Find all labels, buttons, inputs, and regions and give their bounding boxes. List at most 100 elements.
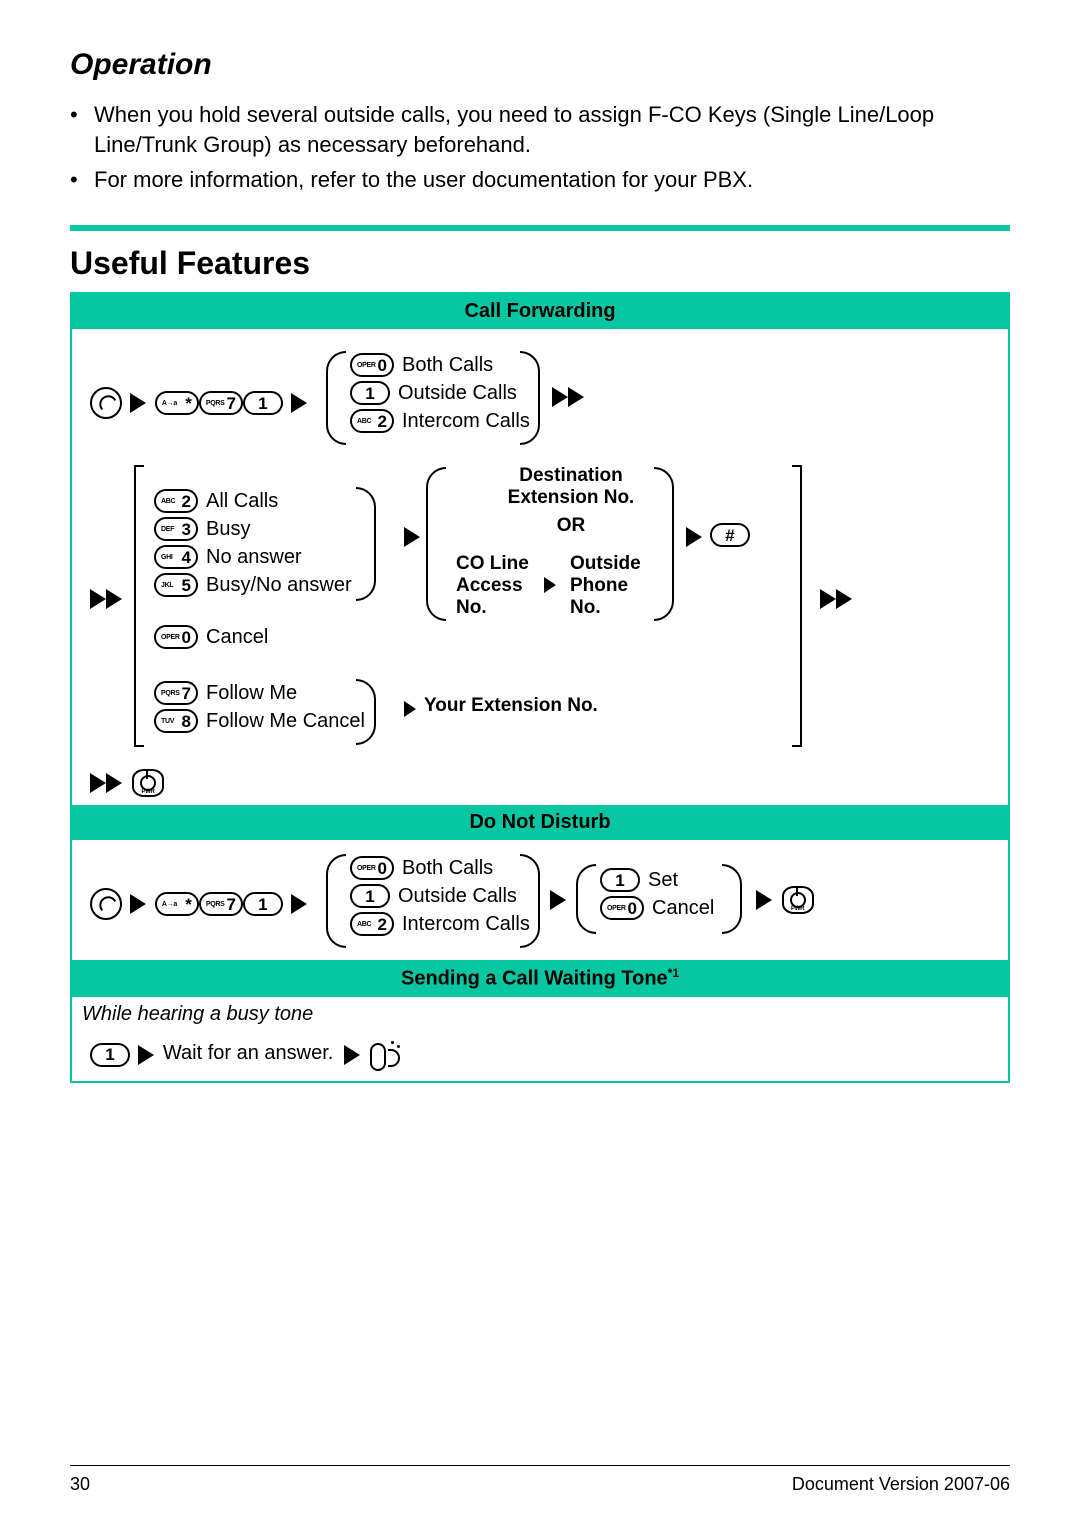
opt-follow-me: Follow Me: [206, 682, 297, 705]
doc-version: Document Version 2007-06: [792, 1474, 1010, 1495]
opt-outside-calls: Outside Calls: [398, 885, 517, 908]
section-divider: [70, 225, 1010, 231]
key-7: PQRS7: [154, 681, 198, 705]
arrow-icon: [836, 589, 852, 609]
outside-2: Phone: [570, 575, 641, 597]
brace-close-icon: [356, 679, 376, 745]
banner-call-waiting: Sending a Call Waiting Tone*1: [72, 960, 1008, 997]
arrow-icon: [550, 890, 566, 910]
arrow-icon: [552, 387, 568, 407]
arrow-icon: [344, 1045, 360, 1065]
opt-cancel: Cancel: [206, 626, 268, 649]
co-line-1: CO Line: [456, 553, 529, 575]
brace-open-icon: [326, 351, 346, 445]
bracket-close-icon: [792, 465, 802, 747]
outside-1: Outside: [570, 553, 641, 575]
arrow-icon: [568, 387, 584, 407]
brace-close-icon: [520, 854, 540, 948]
opt-cancel: Cancel: [652, 897, 714, 920]
opt-both-calls: Both Calls: [402, 857, 493, 880]
power-icon: PWR: [782, 886, 814, 914]
opt-all-calls: All Calls: [206, 490, 278, 513]
arrow-icon: [404, 527, 420, 547]
key-2: ABC2: [350, 409, 394, 433]
arrow-icon: [291, 393, 307, 413]
arrow-icon: [106, 773, 122, 793]
handset-icon: [90, 387, 122, 419]
key-5: JKL5: [154, 573, 198, 597]
key-star: A→a*: [155, 391, 199, 415]
cw-intro: While hearing a busy tone: [82, 1003, 313, 1026]
opt-both-calls: Both Calls: [402, 354, 493, 377]
key-0: OPER0: [350, 353, 394, 377]
key-1: 1: [350, 884, 390, 908]
opt-busy: Busy: [206, 518, 250, 541]
arrow-icon: [90, 773, 106, 793]
brace-close-icon: [356, 487, 376, 601]
key-1: 1: [600, 868, 640, 892]
key-0: OPER0: [154, 625, 198, 649]
arrow-icon: [756, 890, 772, 910]
page-title: Operation: [70, 48, 1010, 82]
key-1: 1: [243, 391, 283, 415]
page-footer: 30 Document Version 2007-06: [70, 1465, 1010, 1495]
key-7: PQRS7: [199, 391, 243, 415]
power-icon: PWR: [132, 769, 164, 797]
bracket-open-icon: [134, 465, 144, 747]
key-1: 1: [350, 381, 390, 405]
arrow-icon: [130, 393, 146, 413]
co-line-2: Access: [456, 575, 529, 597]
opt-set: Set: [648, 869, 678, 892]
arrow-icon: [291, 894, 307, 914]
key-2: ABC2: [154, 489, 198, 513]
arrow-icon: [130, 894, 146, 914]
key-3: DEF3: [154, 517, 198, 541]
banner-do-not-disturb: Do Not Disturb: [72, 805, 1008, 840]
dest-or: OR: [466, 515, 676, 537]
arrow-icon: [820, 589, 836, 609]
key-8: TUV8: [154, 709, 198, 733]
arrow-icon: [138, 1045, 154, 1065]
features-frame: Call Forwarding A→a*PQRS71 OPER0Both Cal…: [70, 292, 1010, 1083]
key-0: OPER0: [350, 856, 394, 880]
your-extension-no: Your Extension No.: [424, 695, 598, 717]
key-star: A→a*: [155, 892, 199, 916]
opt-intercom-calls: Intercom Calls: [402, 410, 530, 433]
brace-open-icon: [426, 467, 446, 621]
cw-wait: Wait for an answer.: [163, 1042, 333, 1064]
arrow-icon: [544, 577, 556, 593]
opt-intercom-calls: Intercom Calls: [402, 913, 530, 936]
key-7: PQRS7: [199, 892, 243, 916]
key-hash: #: [710, 523, 750, 547]
key-4: GHI4: [154, 545, 198, 569]
section-title: Useful Features: [70, 245, 1010, 282]
handset-icon: [90, 888, 122, 920]
outside-3: No.: [570, 597, 641, 619]
arrow-icon: [106, 589, 122, 609]
key-1: 1: [243, 892, 283, 916]
intro-bullets: •When you hold several outside calls, yo…: [70, 100, 1010, 195]
arrow-icon: [90, 589, 106, 609]
opt-no-answer: No answer: [206, 546, 302, 569]
dest-title-1: Destination: [466, 465, 676, 487]
co-line-3: No.: [456, 597, 529, 619]
brace-open-icon: [326, 854, 346, 948]
opt-outside-calls: Outside Calls: [398, 382, 517, 405]
opt-busy-no-answer: Busy/No answer: [206, 574, 352, 597]
dest-title-2: Extension No.: [466, 487, 676, 509]
talk-icon: [370, 1037, 402, 1073]
arrow-icon: [686, 527, 702, 547]
opt-follow-me-cancel: Follow Me Cancel: [206, 710, 365, 733]
key-0: OPER0: [600, 896, 644, 920]
key-1: 1: [90, 1043, 130, 1067]
banner-call-forwarding: Call Forwarding: [72, 294, 1008, 329]
bullet-1: When you hold several outside calls, you…: [94, 100, 1010, 159]
brace-close-icon: [654, 467, 674, 621]
key-2: ABC2: [350, 912, 394, 936]
brace-close-icon: [722, 864, 742, 934]
bullet-2: For more information, refer to the user …: [94, 165, 753, 195]
brace-close-icon: [520, 351, 540, 445]
brace-open-icon: [576, 864, 596, 934]
page-number: 30: [70, 1474, 90, 1495]
arrow-icon: [404, 701, 416, 717]
